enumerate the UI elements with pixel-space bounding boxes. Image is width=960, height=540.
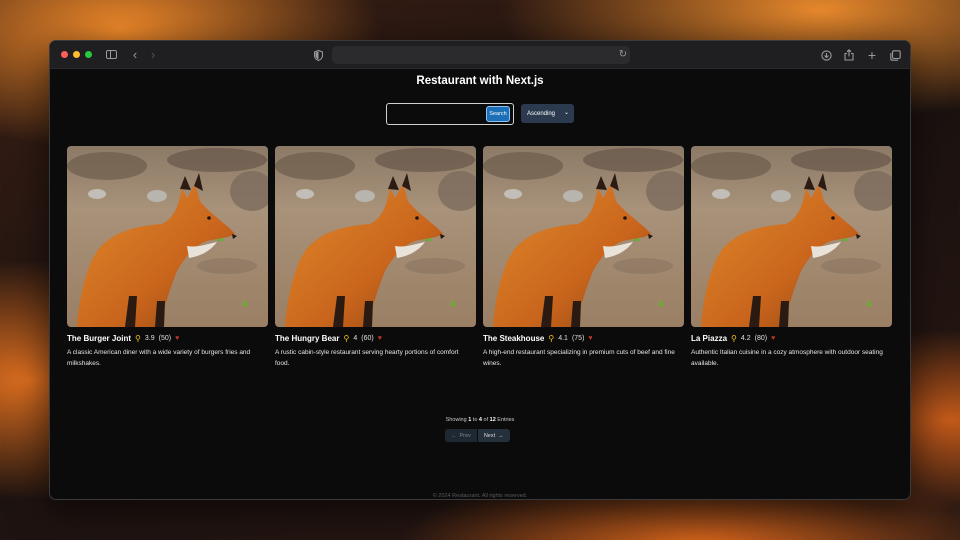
restaurant-photo (67, 146, 268, 327)
page-footer: © 2024 Restaurant. All rights reserved. (432, 493, 528, 499)
sort-order-value: Ascending (527, 110, 556, 117)
review-count: (50) (158, 335, 172, 342)
range-end: 4 (478, 417, 482, 423)
browser-window: ‹ › ↻ + Restaurant with Next.js Search A… (49, 40, 911, 500)
restaurant-description: Authentic Italian cuisine in a cozy atmo… (691, 349, 883, 367)
range-start: 1 (468, 417, 472, 423)
rating-value: 4 (353, 335, 358, 342)
chevron-down-icon: ⌄ (563, 110, 569, 116)
total-count: 12 (489, 417, 496, 423)
shield-icon[interactable] (310, 47, 326, 63)
forward-icon[interactable]: › (145, 47, 161, 63)
search-input[interactable] (389, 106, 483, 122)
close-window-button[interactable] (61, 51, 68, 58)
sidebar-icon[interactable] (103, 47, 119, 63)
restaurant-name: La Piazza (691, 334, 728, 343)
review-count: (60) (361, 335, 374, 342)
card-header: The Steakhouse ⚲ 4.1 (75) ♥ (483, 334, 684, 343)
rating-value: 3.9 (144, 335, 155, 342)
next-label: Next (483, 432, 496, 439)
rating-value: 4.1 (558, 335, 568, 342)
heart-icon[interactable]: ♥ (771, 335, 775, 342)
restaurant-photo (275, 146, 476, 327)
restaurant-description: A high-end restaurant specializing in pr… (483, 349, 675, 367)
restaurant-photo (483, 146, 684, 327)
sort-order-select[interactable]: Ascending ⌄ (521, 104, 574, 123)
card-header: La Piazza ⚲ 4.2 (80) ♥ (691, 334, 892, 343)
prev-label: Prev (459, 432, 471, 439)
restaurant-card[interactable]: The Hungry Bear ⚲ 4 (60) ♥ A rustic cabi… (275, 146, 476, 369)
page-content: Restaurant with Next.js Search Ascending… (50, 69, 910, 499)
heart-icon[interactable]: ♥ (175, 335, 179, 342)
review-count: (75) (571, 335, 585, 342)
restaurant-card[interactable]: The Steakhouse ⚲ 4.1 (75) ♥ A high-end r… (483, 146, 684, 369)
location-pin-icon: ⚲ (548, 334, 555, 343)
of-label: of (483, 417, 489, 423)
pagination-summary: Showing 1 to 4 of 12 Entries (50, 417, 910, 423)
restaurant-name: The Burger Joint (67, 334, 132, 343)
restaurant-name: The Hungry Bear (275, 334, 340, 343)
share-icon[interactable] (841, 47, 857, 63)
new-tab-icon[interactable]: + (864, 47, 880, 63)
back-icon[interactable]: ‹ (127, 47, 143, 63)
minimize-window-button[interactable] (73, 51, 80, 58)
arrow-right-icon: → (498, 432, 504, 439)
pagination-controls: ← Prev Next → (445, 429, 510, 442)
search-form: Search (386, 103, 514, 125)
card-header: The Hungry Bear ⚲ 4 (60) ♥ (275, 334, 476, 343)
restaurant-description: A classic American diner with a wide var… (67, 349, 251, 367)
prev-page-button[interactable]: ← Prev (445, 429, 478, 442)
restaurant-card[interactable]: The Burger Joint ⚲ 3.9 (50) ♥ A classic … (67, 146, 268, 369)
card-header: The Burger Joint ⚲ 3.9 (50) ♥ (67, 334, 268, 343)
restaurant-photo (691, 146, 892, 327)
arrow-left-icon: ← (451, 432, 457, 439)
review-count: (80) (754, 335, 768, 342)
location-pin-icon: ⚲ (343, 334, 350, 343)
location-pin-icon: ⚲ (135, 334, 141, 343)
heart-icon[interactable]: ♥ (378, 335, 382, 342)
next-page-button[interactable]: Next → (477, 429, 510, 442)
reload-icon[interactable]: ↻ (615, 47, 631, 63)
location-pin-icon: ⚲ (731, 334, 737, 343)
to-label: to (472, 417, 478, 423)
page-title: Restaurant with Next.js (416, 75, 544, 87)
restaurant-description: A rustic cabin-style restaurant serving … (275, 349, 459, 367)
download-icon[interactable] (818, 47, 834, 63)
address-bar[interactable] (332, 46, 630, 64)
browser-toolbar: ‹ › ↻ + (50, 41, 910, 69)
showing-label: Showing (445, 417, 467, 423)
heart-icon[interactable]: ♥ (588, 335, 592, 342)
restaurant-name: The Steakhouse (483, 334, 545, 343)
restaurant-card[interactable]: La Piazza ⚲ 4.2 (80) ♥ Authentic Italian… (691, 146, 892, 369)
rating-value: 4.2 (740, 335, 751, 342)
traffic-lights (61, 51, 92, 58)
entries-label: Entries (497, 417, 515, 423)
maximize-window-button[interactable] (85, 51, 92, 58)
search-button[interactable]: Search (486, 106, 510, 122)
tabs-overview-icon[interactable] (887, 47, 903, 63)
